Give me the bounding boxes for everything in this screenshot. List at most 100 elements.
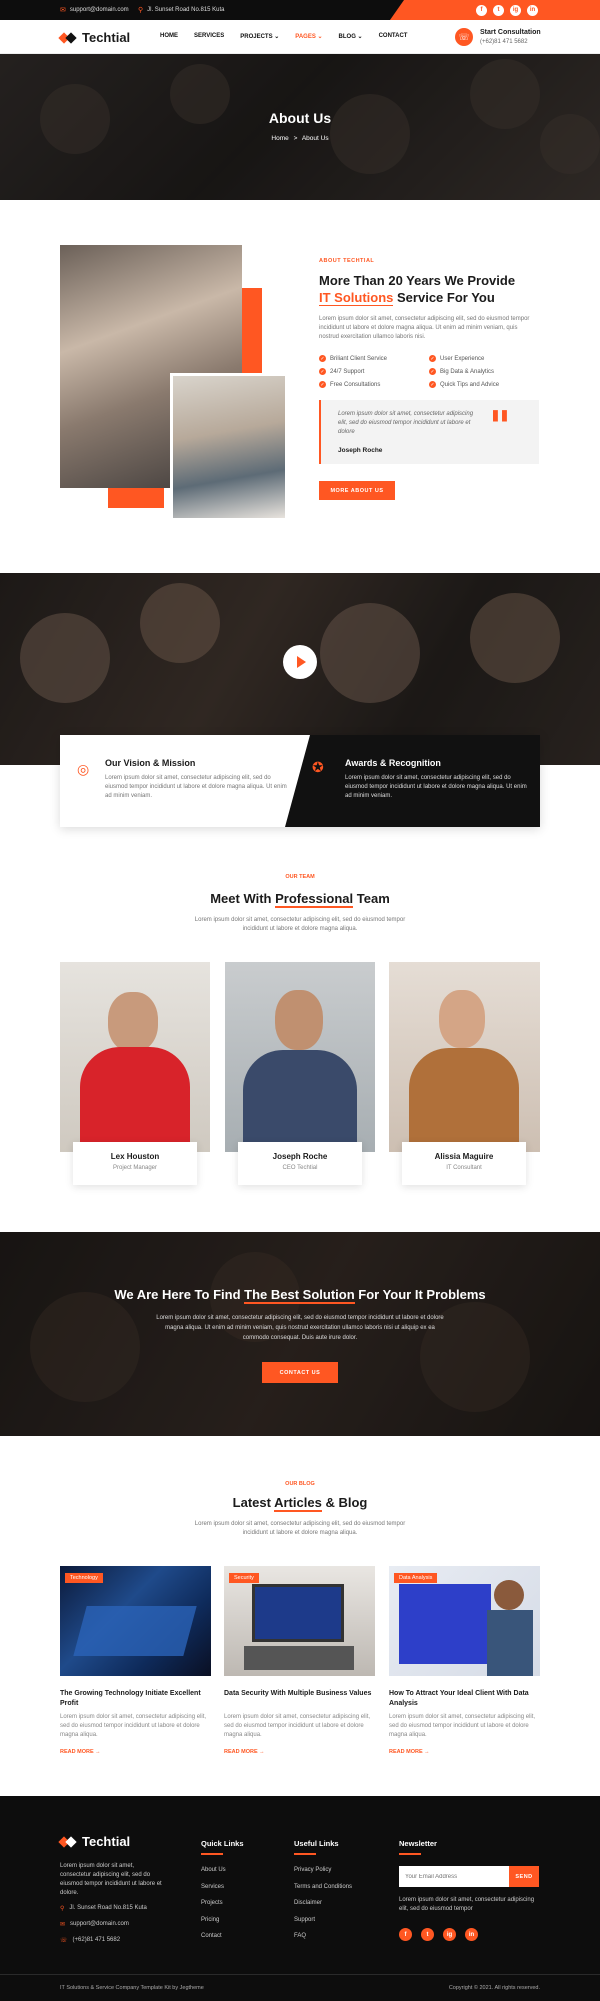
read-more-link-1[interactable]: READ MORE → xyxy=(60,1749,101,1755)
nav-pages[interactable]: PAGES ⌄ xyxy=(295,33,322,40)
more-about-button[interactable]: MORE ABOUT US xyxy=(319,481,395,500)
member-role: Project Manager xyxy=(112,1165,158,1171)
blog-post-title-3[interactable]: How To Attract Your Ideal Client With Da… xyxy=(389,1689,540,1708)
useful-link-support[interactable]: Support xyxy=(294,1917,315,1923)
about-eyebrow: ABOUT TECHTIAL xyxy=(319,258,375,264)
check-icon: ✓ xyxy=(429,355,436,362)
member-role: CEO Techtial xyxy=(282,1165,318,1171)
footer-social: f t ig in xyxy=(399,1928,478,1941)
twitter-icon[interactable]: t xyxy=(421,1928,434,1941)
blog-tag-2[interactable]: Security xyxy=(229,1573,259,1583)
about-title-line1: More Than 20 Years We Provide xyxy=(319,273,516,288)
useful-link-faq[interactable]: FAQ xyxy=(294,1933,306,1939)
main-nav: HOME SERVICES PROJECTS ⌄ PAGES ⌄ BLOG ⌄ … xyxy=(160,33,407,40)
read-more-link-2[interactable]: READ MORE → xyxy=(224,1749,265,1755)
blog-post-title-2[interactable]: Data Security With Multiple Business Val… xyxy=(224,1689,375,1699)
useful-link-disclaimer[interactable]: Disclaimer xyxy=(294,1900,322,1906)
newsletter-underline xyxy=(399,1853,421,1855)
check-icon: ✓ xyxy=(319,355,326,362)
quick-link-pricing[interactable]: Pricing xyxy=(201,1917,219,1923)
cta-body: Lorem ipsum dolor sit amet, consectetur … xyxy=(156,1315,444,1341)
blog-tag-3[interactable]: Data Analysis xyxy=(394,1573,438,1583)
useful-links-underline xyxy=(294,1853,316,1855)
about-title-highlight: IT Solutions xyxy=(319,290,394,306)
logo-icon xyxy=(58,1835,78,1848)
blog-tag-1[interactable]: Technology xyxy=(65,1573,103,1583)
quick-link-about[interactable]: About Us xyxy=(201,1867,226,1873)
breadcrumb-home[interactable]: Home xyxy=(271,135,288,142)
team-card-2[interactable]: Joseph Roche CEO Techtial xyxy=(238,1142,362,1185)
team-photo-1 xyxy=(60,962,210,1152)
logo-icon xyxy=(58,31,78,44)
facebook-icon[interactable]: f xyxy=(399,1928,412,1941)
team-card-1[interactable]: Lex Houston Project Manager xyxy=(73,1142,197,1185)
team-photo-3 xyxy=(389,962,540,1152)
consultation-phone: (+62)81 471 5682 xyxy=(480,39,528,45)
nav-contact[interactable]: CONTACT xyxy=(379,33,408,40)
play-button[interactable] xyxy=(283,645,317,679)
member-name: Lex Houston xyxy=(110,1152,160,1161)
quick-link-contact[interactable]: Contact xyxy=(201,1933,222,1939)
team-card-3[interactable]: Alissia Maguire IT Consultant xyxy=(402,1142,526,1185)
newsletter-title: Newsletter xyxy=(399,1839,437,1848)
linkedin-icon[interactable]: in xyxy=(527,4,538,16)
blog-post-title-1[interactable]: The Growing Technology Initiate Excellen… xyxy=(60,1689,211,1708)
feature-item: ✓ User Experience xyxy=(429,355,485,362)
twitter-icon[interactable]: t xyxy=(493,4,504,16)
mail-icon: ✉ xyxy=(60,7,66,14)
read-more-link-3[interactable]: READ MORE → xyxy=(389,1749,430,1755)
check-icon: ✓ xyxy=(429,381,436,388)
team-photo-2 xyxy=(225,962,375,1152)
blog-title-highlight: Articles xyxy=(274,1495,322,1512)
topbar-email[interactable]: ✉ support@domain.com xyxy=(60,6,129,14)
topbar-social: f t ig in xyxy=(390,0,600,20)
newsletter-email-input[interactable] xyxy=(399,1866,509,1887)
feature-item: ✓ Quick Tips and Advice xyxy=(429,381,500,388)
quick-link-projects[interactable]: Projects xyxy=(201,1900,223,1906)
contact-us-button[interactable]: CONTACT US xyxy=(262,1362,338,1383)
top-bar: ✉ support@domain.com ⚲ Jl. Sunset Road No.… xyxy=(0,0,600,20)
instagram-icon[interactable]: ig xyxy=(510,4,521,16)
nav-home[interactable]: HOME xyxy=(160,33,178,40)
nav-blog[interactable]: BLOG ⌄ xyxy=(339,33,363,40)
about-photo-secondary-frame xyxy=(170,373,288,521)
blog-eyebrow: OUR BLOG xyxy=(285,1481,315,1487)
feature-item: ✓ 24/7 Support xyxy=(319,368,365,375)
cta-title-highlight: The Best Solution xyxy=(244,1287,355,1304)
phone-icon[interactable]: ☏ xyxy=(455,28,473,46)
check-icon: ✓ xyxy=(319,368,326,375)
blog-post-excerpt-2: Lorem ipsum dolor sit amet, consectetur … xyxy=(224,1714,371,1738)
blog-title: Latest Articles & Blog xyxy=(232,1495,368,1512)
footer-phone[interactable]: ☏ (+62)81 471 5682 xyxy=(60,1937,120,1944)
footer-about: Lorem ipsum dolor sit amet, consectetur … xyxy=(60,1863,162,1896)
vision-title: Our Vision & Mission xyxy=(105,758,196,768)
nav-services[interactable]: SERVICES xyxy=(194,33,224,40)
mail-icon: ✉ xyxy=(60,1922,66,1928)
accent-bar xyxy=(242,288,262,378)
quick-links-underline xyxy=(201,1853,223,1855)
about-title-rest: Service For You xyxy=(397,290,495,305)
footer-logo[interactable]: Techtial xyxy=(58,1834,130,1849)
about-title-line2: IT Solutions Service For You xyxy=(319,290,495,306)
consultation-title[interactable]: Start Consultation xyxy=(480,29,541,36)
about-photo-secondary xyxy=(173,376,285,518)
brand-logo[interactable]: Techtial xyxy=(58,30,130,45)
blog-post-excerpt-3: Lorem ipsum dolor sit amet, consectetur … xyxy=(389,1714,536,1738)
useful-link-terms[interactable]: Terms and Conditions xyxy=(294,1884,352,1890)
footer-email[interactable]: ✉ support@domain.com xyxy=(60,1921,129,1928)
newsletter-send-button[interactable]: SEND xyxy=(509,1866,539,1887)
quick-link-services[interactable]: Services xyxy=(201,1884,224,1890)
facebook-icon[interactable]: f xyxy=(476,4,487,16)
useful-link-privacy[interactable]: Privacy Policy xyxy=(294,1867,331,1873)
linkedin-icon[interactable]: in xyxy=(465,1928,478,1941)
awards-title: Awards & Recognition xyxy=(345,758,441,768)
member-name: Alissia Maguire xyxy=(434,1152,494,1161)
vision-body: Lorem ipsum dolor sit amet, consectetur … xyxy=(105,775,287,799)
instagram-icon[interactable]: ig xyxy=(443,1928,456,1941)
site-footer: Techtial Lorem ipsum dolor sit amet, con… xyxy=(0,1796,600,2001)
blog-post-excerpt-1: Lorem ipsum dolor sit amet, consectetur … xyxy=(60,1714,207,1738)
feature-item: ✓ Free Consultations xyxy=(319,381,381,388)
about-features: ✓ Briliant Client Service ✓ User Experienc… xyxy=(319,355,539,388)
nav-projects[interactable]: PROJECTS ⌄ xyxy=(240,33,279,40)
footer-credit: IT Solutions & Service Company Template … xyxy=(60,1985,204,1991)
